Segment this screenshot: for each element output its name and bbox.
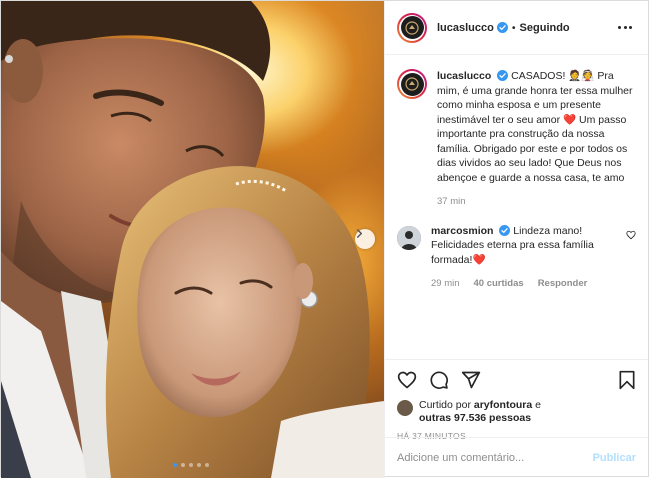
heart-small-icon[interactable] <box>626 230 636 240</box>
save-button[interactable] <box>618 370 636 390</box>
like-icon <box>397 371 417 389</box>
author-username[interactable]: lucaslucco <box>437 22 494 34</box>
post-header: lucaslucco • Seguindo <box>385 1 648 55</box>
carousel-dot <box>181 463 185 467</box>
reply-button[interactable]: Responder <box>538 277 588 292</box>
verified-icon <box>496 22 508 33</box>
likes-middle: e <box>532 399 541 411</box>
likes-prefix: Curtido por <box>419 399 474 411</box>
carousel-indicator <box>173 463 209 467</box>
post-modal: lucaslucco • Seguindo lucaslucco CASADOS… <box>0 0 649 478</box>
verified-icon <box>499 224 511 236</box>
comment-button[interactable] <box>429 370 449 390</box>
like-button[interactable] <box>397 370 417 390</box>
share-icon <box>461 371 481 389</box>
caption-emoji: 🤵👰 <box>568 70 595 82</box>
caption-username[interactable]: lucaslucco <box>437 70 491 82</box>
caption-part-1: CASADOS! <box>511 70 569 82</box>
add-comment-bar: Publicar <box>385 437 648 478</box>
verified-icon <box>497 70 509 81</box>
author-logo-icon <box>405 77 419 91</box>
next-photo-button[interactable] <box>355 229 375 249</box>
save-icon <box>619 370 635 390</box>
follow-status-button[interactable]: Seguindo <box>520 22 570 34</box>
comment-item: marcosmion Lindeza mano! Felicidades ete… <box>397 224 636 292</box>
comment-heart-emoji: ❤️ <box>472 253 486 266</box>
next-arrow-icon <box>356 229 363 238</box>
couple-photo-illustration <box>1 1 384 478</box>
comment-input[interactable] <box>397 452 593 464</box>
carousel-dot <box>173 463 177 467</box>
comment-time[interactable]: 29 min <box>431 277 460 292</box>
carousel-dot <box>205 463 209 467</box>
caption-avatar[interactable] <box>397 69 427 99</box>
commenter-avatar[interactable] <box>397 225 421 250</box>
carousel-dot <box>197 463 201 467</box>
publish-button[interactable]: Publicar <box>593 452 636 464</box>
post-actions: Curtido por aryfontoura e outras 97.536 … <box>385 359 648 441</box>
author-avatar[interactable] <box>397 12 427 43</box>
likes-summary: Curtido por aryfontoura e outras 97.536 … <box>397 399 636 425</box>
caption-time[interactable]: 37 min <box>437 195 466 210</box>
header-separator: • <box>511 21 516 34</box>
caption: lucaslucco CASADOS! 🤵👰 Pra mim, é uma gr… <box>397 69 636 210</box>
post-details-panel: lucaslucco • Seguindo lucaslucco CASADOS… <box>384 1 648 478</box>
person-silhouette-icon <box>397 225 421 250</box>
caption-heart-emoji: ❤️ <box>563 113 577 126</box>
post-photo[interactable] <box>1 1 384 478</box>
liker-username[interactable]: aryfontoura <box>474 399 532 411</box>
comment-likes[interactable]: 40 curtidas <box>474 277 524 292</box>
caption-text: lucaslucco CASADOS! 🤵👰 Pra mim, é uma gr… <box>437 69 636 185</box>
share-button[interactable] <box>461 370 481 390</box>
carousel-dot <box>189 463 193 467</box>
comment-icon <box>430 371 448 389</box>
author-logo-icon <box>405 20 419 35</box>
likes-others[interactable]: outras 97.536 pessoas <box>419 412 531 424</box>
comments-list[interactable]: lucaslucco CASADOS! 🤵👰 Pra mim, é uma gr… <box>385 55 648 359</box>
more-options-icon[interactable] <box>614 22 636 33</box>
commenter-username[interactable]: marcosmion <box>431 225 493 237</box>
liker-avatar[interactable] <box>397 400 413 416</box>
